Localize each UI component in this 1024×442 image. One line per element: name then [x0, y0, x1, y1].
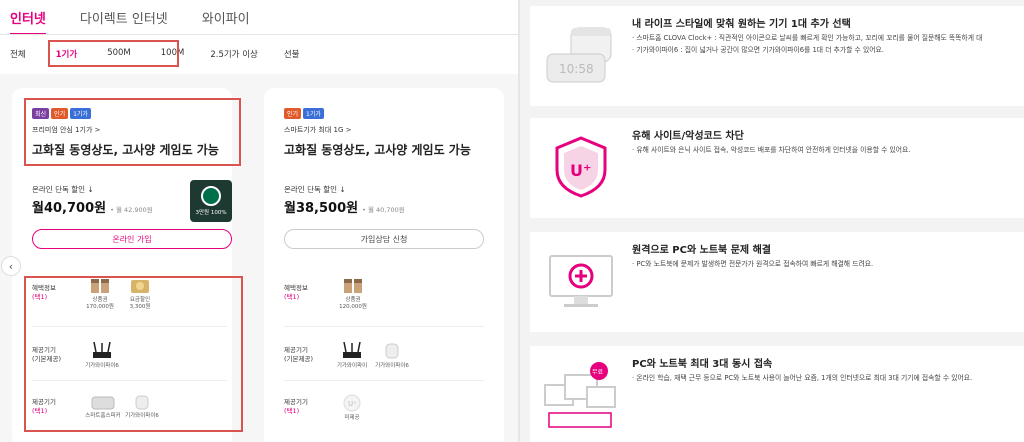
device-name: 미제공	[344, 415, 360, 421]
tab-internet[interactable]: 인터넷	[10, 8, 46, 35]
badge-list: 인기 1기가	[284, 108, 471, 119]
starbucks-logo-icon	[201, 186, 221, 206]
device-label: 제공기기	[284, 346, 308, 354]
benefit-value: 120,000원	[339, 304, 367, 310]
device-none: U⁺ 미제공	[340, 394, 364, 422]
highlight-speed-filter	[48, 40, 179, 67]
device-label: 제공기기	[284, 398, 308, 406]
multi-device-icon: 무료	[540, 354, 622, 436]
highlight-benefits	[24, 276, 243, 432]
feature-desc: · 온라인 학습, 재택 근무 등으로 PC와 노트북 사용이 늘어난 요즘, …	[632, 372, 972, 384]
highlight-card-header	[24, 98, 241, 166]
feature-desc: · 스마트홈 CLOVA Clock+ : 직관적인 아이콘으로 날씨를 빠르게…	[632, 32, 982, 56]
feature-remote-support: 원격으로 PC와 노트북 문제 해결 · PC와 노트북에 문제가 발생하면 전…	[530, 232, 1024, 332]
filter-all[interactable]: 전체	[10, 48, 26, 60]
device-name: 기가와이파이6	[375, 363, 409, 369]
feature-desc-line: · 온라인 학습, 재택 근무 등으로 PC와 노트북 사용이 늘어난 요즘, …	[632, 374, 973, 382]
internet-product-panel: 인터넷 다이렉트 인터넷 와이파이 전체 1기가 500M 100M 2.5기가…	[0, 0, 520, 442]
free-badge: 무료	[592, 369, 604, 376]
feature-title: 내 라이프 스타일에 맞춰 원하는 기기 1대 추가 선택	[632, 19, 851, 30]
online-discount-label: 온라인 단독 할인 ↓	[32, 185, 94, 194]
benefit-voucher[interactable]: 상품권 120,000원	[338, 278, 368, 311]
feature-desc-line: · PC와 노트북에 문제가 발생하면 전문가가 원격으로 접속하여 빠르게 해…	[632, 260, 874, 268]
online-signup-button[interactable]: 온라인 가입	[32, 229, 232, 249]
monthly-price: 월38,500원	[284, 201, 359, 216]
feature-multi-device: 무료 PC와 노트북 최대 3대 동시 접속 · 온라인 학습, 재택 근무 등…	[530, 346, 1024, 442]
chevron-left-icon: ‹	[8, 259, 14, 273]
row-divider	[284, 380, 484, 381]
price-block: 온라인 단독 할인 ↓ 월40,700원 • 월 42,900원	[32, 184, 153, 216]
wifi-extender-icon	[385, 343, 399, 359]
monitor-plus-icon	[540, 240, 622, 322]
original-price: • 월 42,900원	[110, 206, 153, 214]
tab-wifi[interactable]: 와이파이	[202, 8, 250, 35]
row-divider	[284, 326, 484, 327]
router-icon	[343, 341, 361, 358]
device-wifi6: 기가와이파이6	[372, 340, 412, 370]
clock-display-text: 10:58	[559, 62, 594, 76]
benefit-name: 상품권	[345, 297, 361, 303]
feature-title: PC와 노트북 최대 3대 동시 접속	[632, 359, 773, 370]
carousel-prev-button[interactable]: ‹	[1, 256, 21, 276]
plan-headline: 고화질 동영상도, 고사양 게임도 가능	[284, 143, 471, 157]
device-pick-row-label: 제공기기 (택1)	[284, 398, 308, 416]
clock-speaker-icon: 10:58	[540, 14, 622, 96]
svg-text:U⁺: U⁺	[348, 400, 357, 408]
shield-text: U⁺	[570, 161, 591, 180]
consultation-button[interactable]: 가입상담 신청	[284, 229, 484, 249]
device-name: 기가와이파이	[336, 363, 368, 369]
benefit-pick-label: (택1)	[284, 293, 300, 301]
filter-prepaid[interactable]: 선불	[284, 48, 300, 60]
badge-hot: 인기	[284, 108, 302, 119]
device-sub-label: (기본제공)	[284, 355, 313, 363]
feature-desc: · PC와 노트북에 문제가 발생하면 전문가가 원격으로 접속하여 빠르게 해…	[632, 258, 873, 270]
shield-u-plus-icon: U⁺	[540, 126, 622, 208]
u-plus-placeholder-icon: U⁺	[343, 394, 361, 412]
benefit-label: 혜택정보	[284, 284, 308, 292]
gift-box-icon	[344, 279, 362, 293]
feature-desc-line: · 스마트홈 CLOVA Clock+ : 직관적인 아이콘으로 날씨를 빠르게…	[632, 34, 983, 42]
starbucks-gift-badge: 3만원 100%	[190, 180, 232, 222]
starbucks-label: 3만원 100%	[195, 210, 227, 216]
benefit-row-label: 혜택정보 (택1)	[284, 284, 308, 302]
device-basic-row-label: 제공기기 (기본제공)	[284, 346, 313, 364]
device-sub-label: (택1)	[284, 407, 300, 415]
filter-2-5giga[interactable]: 2.5기가 이상	[210, 48, 258, 60]
monthly-price: 월40,700원	[32, 201, 107, 216]
feature-desc: · 유해 사이트와 은닉 사이트 접속, 악성코드 배포를 차단하여 안전하게 …	[632, 144, 910, 156]
tab-divider	[0, 34, 518, 35]
card-header: 인기 1기가 스마트기가 최대 1G > 고화질 동영상도, 고사양 게임도 가…	[284, 108, 471, 158]
feature-title: 유해 사이트/악성코드 차단	[632, 131, 744, 142]
feature-list-panel: 10:58 내 라이프 스타일에 맞춰 원하는 기기 1대 추가 선택 · 스마…	[520, 0, 1024, 442]
main-tabs: 인터넷 다이렉트 인터넷 와이파이	[10, 8, 250, 35]
badge-1giga: 1기가	[303, 108, 324, 119]
feature-title: 원격으로 PC와 노트북 문제 해결	[632, 245, 771, 256]
original-price: • 월 40,700원	[362, 206, 405, 214]
price-block: 온라인 단독 할인 ↓ 월38,500원 • 월 40,700원	[284, 184, 405, 216]
device-router: 기가와이파이	[334, 340, 370, 370]
tab-direct-internet[interactable]: 다이렉트 인터넷	[80, 8, 168, 35]
feature-desc-line: · 유해 사이트와 은닉 사이트 접속, 악성코드 배포를 차단하여 안전하게 …	[632, 146, 911, 154]
online-discount-label: 온라인 단독 할인 ↓	[284, 185, 346, 194]
feature-desc-line: · 기가와이파이6 : 집이 넓거나 공간이 많으면 기가와이파이6를 1대 더…	[632, 46, 884, 54]
feature-harmful-block: U⁺ 유해 사이트/악성코드 차단 · 유해 사이트와 은닉 사이트 접속, 악…	[530, 118, 1024, 218]
plan-subtitle-link[interactable]: 스마트기가 최대 1G >	[284, 125, 471, 135]
feature-device-choice: 10:58 내 라이프 스타일에 맞춰 원하는 기기 1대 추가 선택 · 스마…	[530, 6, 1024, 106]
product-card-smart-giga[interactable]: 인기 1기가 스마트기가 최대 1G > 고화질 동영상도, 고사양 게임도 가…	[264, 88, 504, 442]
